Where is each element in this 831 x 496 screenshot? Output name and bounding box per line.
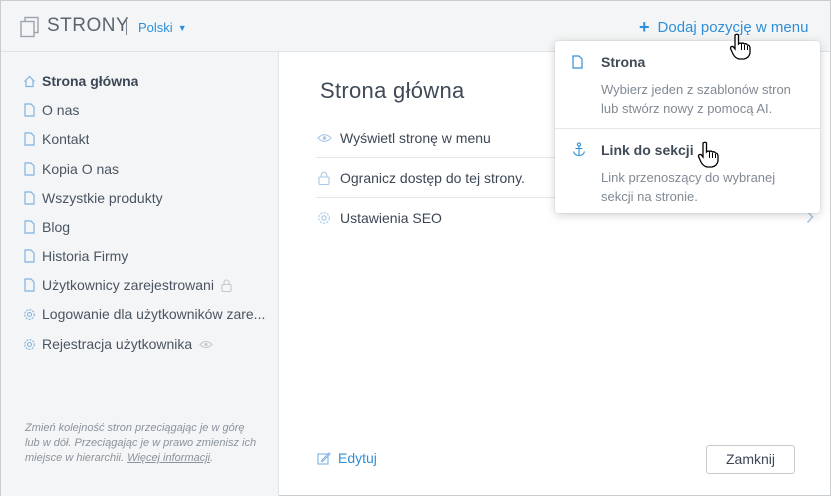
plus-icon: +: [639, 17, 650, 37]
reorder-hint: Zmień kolejność stron przeciągając je w …: [25, 422, 257, 464]
sidebar-item-label: Kontakt: [42, 131, 90, 147]
divider: [126, 17, 127, 35]
page-icon: [23, 191, 36, 206]
menu-option-title: Strona: [601, 54, 646, 70]
close-button[interactable]: Zamknij: [706, 445, 795, 474]
menu-option-description: Wybierz jeden z szablonów stron lub stwó…: [601, 82, 791, 116]
option-label: Ustawienia SEO: [340, 210, 442, 226]
page-title: Strona główna: [320, 78, 465, 103]
sidebar-item-label: Strona główna: [42, 73, 139, 89]
sidebar-item-label: Blog: [42, 219, 71, 235]
sidebar-item-user-registration[interactable]: Rejestracja użytkownika: [23, 333, 275, 355]
sidebar-item-label: Kopia O nas: [42, 161, 120, 177]
language-selector[interactable]: Polski ▼: [138, 20, 187, 35]
sidebar-item-label: Logowanie dla użytkowników zare...: [42, 306, 266, 322]
sidebar-item-user-login[interactable]: Logowanie dla użytkowników zare...: [23, 303, 275, 325]
add-menu-item-dropdown: Strona Wybierz jeden z szablonów stron l…: [555, 41, 820, 213]
sidebar-item-about-copy[interactable]: Kopia O nas: [23, 158, 275, 180]
sidebar-item-label: Użytkownicy zarejestrowani: [42, 277, 214, 293]
page-icon: [572, 55, 583, 74]
sidebar-item-label: Wszystkie produkty: [42, 190, 163, 206]
page-icon: [23, 132, 36, 147]
sidebar-item-blog[interactable]: Blog: [23, 216, 275, 238]
sidebar-item-company-history[interactable]: Historia Firmy: [23, 245, 275, 267]
menu-option-section-link[interactable]: Link do sekcji Link przenoszący do wybra…: [555, 129, 820, 213]
language-label: Polski: [138, 20, 173, 35]
page-icon: [23, 278, 36, 293]
lock-icon: [221, 278, 232, 292]
option-label: Wyświetl stronę w menu: [340, 129, 491, 146]
sidebar-item-label: O nas: [42, 102, 80, 118]
sidebar: Strona główna O nas Kontakt Kopia O nas …: [1, 52, 279, 496]
menu-option-title: Link do sekcji: [601, 142, 694, 158]
sidebar-item-registered-users[interactable]: Użytkownicy zarejestrowani: [23, 274, 275, 296]
pages-window: STRONY Polski ▼ + Dodaj pozycję w menu Str…: [0, 0, 831, 496]
home-icon: [23, 74, 36, 89]
anchor-icon: [572, 142, 586, 162]
pages-icon: [20, 16, 39, 38]
page-icon: [23, 220, 36, 235]
sidebar-item-all-products[interactable]: Wszystkie produkty: [23, 187, 275, 209]
eye-icon: [316, 130, 332, 146]
sidebar-item-label: Historia Firmy: [42, 248, 129, 264]
gear-icon: [23, 307, 36, 322]
menu-option-description: Link przenoszący do wybranej sekcji na s…: [601, 170, 776, 204]
more-info-link[interactable]: Więcej informacji: [127, 452, 210, 464]
sidebar-item-about[interactable]: O nas: [23, 99, 275, 121]
add-menu-item-button[interactable]: + Dodaj pozycję w menu: [639, 17, 808, 38]
window-title: STRONY: [47, 15, 130, 36]
sidebar-item-contact[interactable]: Kontakt: [23, 128, 275, 150]
edit-button[interactable]: Edytuj: [317, 450, 377, 466]
gear-icon: [23, 337, 36, 352]
sidebar-item-home[interactable]: Strona główna: [23, 70, 275, 92]
hand-cursor-icon: [729, 33, 751, 60]
hand-cursor-icon: [697, 141, 719, 168]
page-icon: [23, 103, 36, 118]
option-label: Ogranicz dostęp do tej strony.: [340, 169, 525, 186]
edit-label: Edytuj: [338, 450, 377, 466]
lock-icon: [316, 170, 332, 186]
page-icon: [23, 162, 36, 177]
eye-icon: [199, 340, 213, 349]
chevron-down-icon: ▼: [177, 23, 187, 33]
sidebar-item-label: Rejestracja użytkownika: [42, 336, 193, 352]
gear-icon: [316, 210, 332, 226]
page-icon: [23, 249, 36, 264]
menu-option-page[interactable]: Strona Wybierz jeden z szablonów stron l…: [555, 41, 820, 128]
edit-icon: [317, 451, 331, 465]
